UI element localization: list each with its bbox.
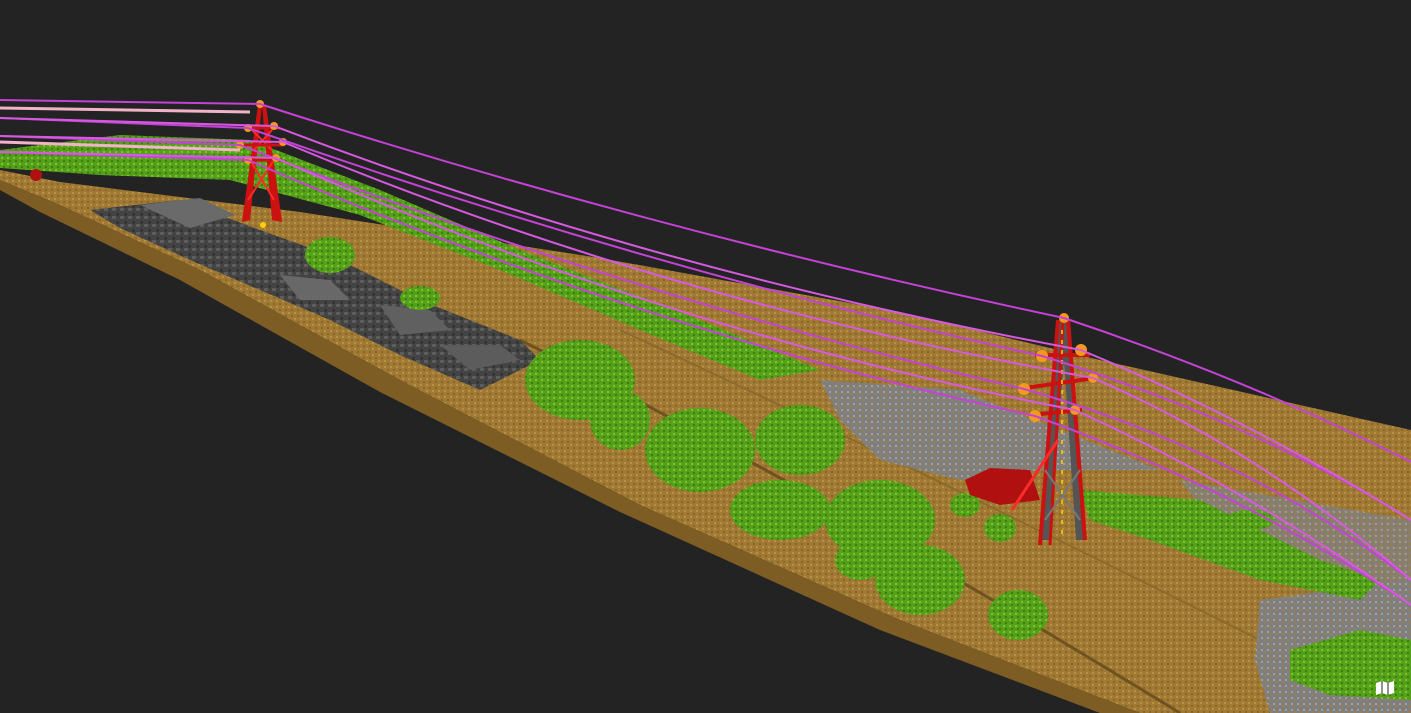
map-icon[interactable] — [1376, 681, 1394, 695]
point-cloud-scene[interactable] — [0, 0, 1411, 713]
point-cloud-viewport[interactable] — [0, 0, 1411, 713]
